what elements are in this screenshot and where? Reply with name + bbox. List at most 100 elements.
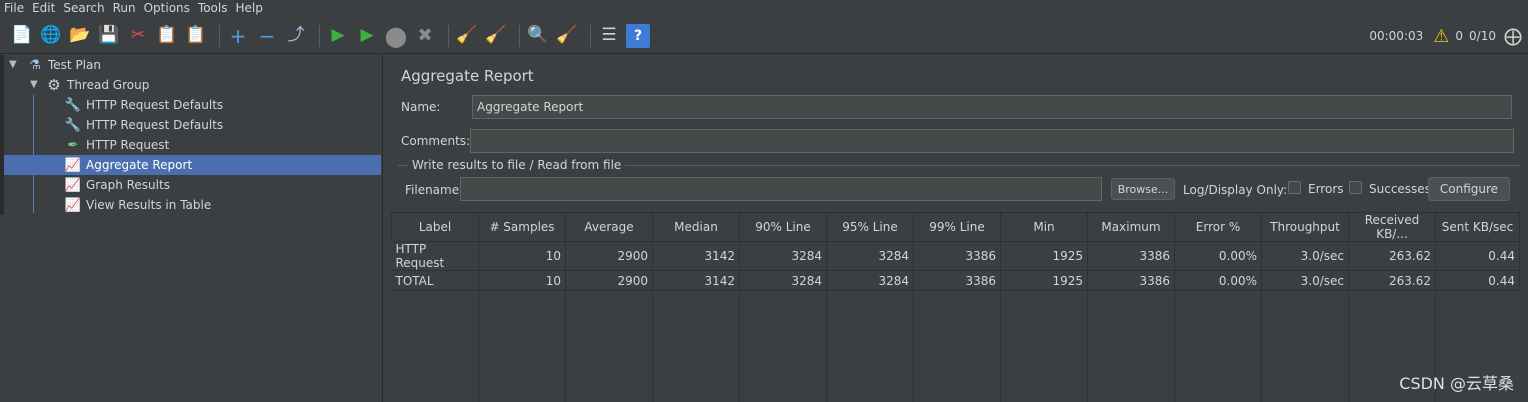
table-cell: 1925 — [1000, 241, 1088, 271]
toolbar-separator — [519, 24, 520, 47]
toolbar-separator — [319, 24, 320, 47]
toolbar: 📄 🌐 📂 💾 ✂ 📋 📋 + − ⤴ ▶ ▶ ⬤ ✖ 🧹 🧹 🔍 🧹 ☰ ? … — [0, 18, 1528, 54]
column-header[interactable]: Received KB/... — [1348, 212, 1436, 242]
menu-search[interactable]: Search — [63, 1, 104, 15]
stop-icon[interactable]: ⬤ — [384, 24, 408, 48]
start-icon[interactable]: ▶ — [326, 24, 350, 48]
function-helper-icon[interactable]: ☰ — [597, 24, 621, 48]
remote-icon[interactable]: ⨁ — [1504, 26, 1522, 47]
expand-icon[interactable]: + — [226, 24, 250, 48]
configure-button[interactable]: Configure — [1428, 177, 1510, 201]
table-cell: HTTP Request — [391, 241, 479, 271]
elapsed-timer: 00:00:03 — [1369, 29, 1424, 43]
active-threads: 0/10 — [1469, 29, 1496, 43]
chevron-down-icon[interactable]: ▼ — [9, 59, 17, 70]
column-header[interactable]: 90% Line — [739, 212, 827, 242]
menu-file[interactable]: File — [4, 1, 24, 15]
column-header[interactable]: # Samples — [478, 212, 566, 242]
chevron-down-icon[interactable]: ▼ — [30, 79, 38, 90]
tree-node-label: Aggregate Report — [86, 158, 193, 172]
successes-checkbox[interactable] — [1349, 181, 1362, 194]
chart-icon: 📈 — [64, 157, 82, 173]
copy-icon[interactable]: 📋 — [155, 24, 179, 48]
table-header-row: Label # Samples Average Median 90% Line … — [391, 212, 1520, 242]
errors-label: Errors — [1308, 182, 1344, 196]
table-column-divider — [565, 279, 566, 402]
table-column-divider — [478, 279, 479, 402]
column-header[interactable]: 99% Line — [913, 212, 1001, 242]
start-no-pauses-icon[interactable]: ▶ — [355, 24, 379, 48]
table-cell: 1925 — [1000, 270, 1088, 291]
table-row[interactable]: HTTP Request 10 2900 3142 3284 3284 3386… — [391, 241, 1520, 271]
tree-node-thread-group[interactable]: ⚙ Thread Group — [45, 75, 149, 95]
new-icon[interactable]: 📄 — [10, 24, 34, 48]
menu-help[interactable]: Help — [235, 1, 262, 15]
shutdown-icon[interactable]: ✖ — [413, 24, 437, 48]
warning-icon[interactable]: ⚠ — [1433, 26, 1449, 47]
table-cell: 3284 — [826, 241, 914, 271]
pipette-icon: ✒ — [67, 137, 79, 153]
table-row[interactable]: TOTAL 10 2900 3142 3284 3284 3386 1925 3… — [391, 270, 1520, 291]
menu-edit[interactable]: Edit — [32, 1, 55, 15]
tree-node-view-results-table[interactable]: 📈 View Results in Table — [64, 195, 211, 215]
name-label: Name: — [401, 100, 441, 114]
tree-node-aggregate-report[interactable]: 📈 Aggregate Report — [4, 155, 381, 175]
table-column-divider — [1087, 279, 1088, 402]
errors-checkbox[interactable] — [1288, 181, 1301, 194]
column-header[interactable]: Error % — [1174, 212, 1262, 242]
comments-field[interactable] — [470, 129, 1514, 153]
table-column-divider — [1000, 279, 1001, 402]
table-cell: 3386 — [913, 270, 1001, 291]
column-header[interactable]: Maximum — [1087, 212, 1175, 242]
save-icon[interactable]: 💾 — [97, 24, 121, 48]
tree-guide-line — [33, 95, 34, 213]
column-header[interactable]: 95% Line — [826, 212, 914, 242]
collapse-icon[interactable]: − — [255, 24, 279, 48]
watermark: CSDN @云草桑 — [1399, 374, 1514, 393]
column-header[interactable]: Label — [391, 212, 479, 242]
tree-node-graph-results[interactable]: 📈 Graph Results — [64, 175, 170, 195]
aggregate-table: Label # Samples Average Median 90% Line … — [391, 212, 1520, 402]
tree-node-http-defaults-2[interactable]: 🔧 HTTP Request Defaults — [64, 115, 223, 135]
table-column-divider — [826, 279, 827, 402]
filename-label: Filename — [405, 183, 460, 197]
cut-icon[interactable]: ✂ — [126, 24, 150, 48]
search-icon[interactable]: 🔍 — [526, 24, 550, 48]
tree-node-http-defaults-1[interactable]: 🔧 HTTP Request Defaults — [64, 95, 223, 115]
fieldset-legend: Write results to file / Read from file — [408, 158, 626, 172]
reset-search-icon[interactable]: 🧹 — [555, 24, 579, 48]
menu-run[interactable]: Run — [113, 1, 136, 15]
aggregate-report-panel: Aggregate Report Name: Aggregate Report … — [390, 55, 1528, 402]
table-column-divider — [1348, 279, 1349, 402]
column-header[interactable]: Sent KB/sec — [1435, 212, 1520, 242]
table-column-divider — [652, 279, 653, 402]
toggle-icon[interactable]: ⤴ — [284, 24, 308, 48]
column-header[interactable]: Min — [1000, 212, 1088, 242]
tree-node-label: Graph Results — [86, 178, 170, 192]
templates-icon[interactable]: 🌐 — [39, 24, 63, 48]
clear-icon[interactable]: 🧹 — [455, 24, 479, 48]
wrench-icon: 🔧 — [64, 97, 82, 113]
table-cell: 0.00% — [1174, 270, 1262, 291]
table-cell: 263.62 — [1348, 241, 1436, 271]
tree-node-test-plan[interactable]: ⚗ Test Plan — [26, 55, 101, 75]
open-icon[interactable]: 📂 — [68, 24, 92, 48]
chart-icon: 📈 — [64, 177, 82, 193]
help-icon[interactable]: ? — [626, 23, 650, 48]
table-cell: 3386 — [1087, 241, 1175, 271]
tree-node-label: HTTP Request Defaults — [86, 118, 224, 132]
column-header[interactable]: Median — [652, 212, 740, 242]
browse-button[interactable]: Browse... — [1111, 178, 1175, 200]
table-cell: 3.0/sec — [1261, 270, 1349, 291]
menu-tools[interactable]: Tools — [198, 1, 228, 15]
filename-input[interactable] — [460, 177, 1102, 201]
column-header[interactable]: Average — [565, 212, 653, 242]
table-cell: 3284 — [739, 270, 827, 291]
menu-options[interactable]: Options — [144, 1, 190, 15]
toolbar-separator — [219, 24, 220, 47]
clear-all-icon[interactable]: 🧹 — [484, 24, 508, 48]
column-header[interactable]: Throughput — [1261, 212, 1349, 242]
paste-icon[interactable]: 📋 — [184, 24, 208, 48]
name-field[interactable]: Aggregate Report — [472, 95, 1512, 119]
tree-node-http-request[interactable]: ✒ HTTP Request — [64, 135, 170, 155]
